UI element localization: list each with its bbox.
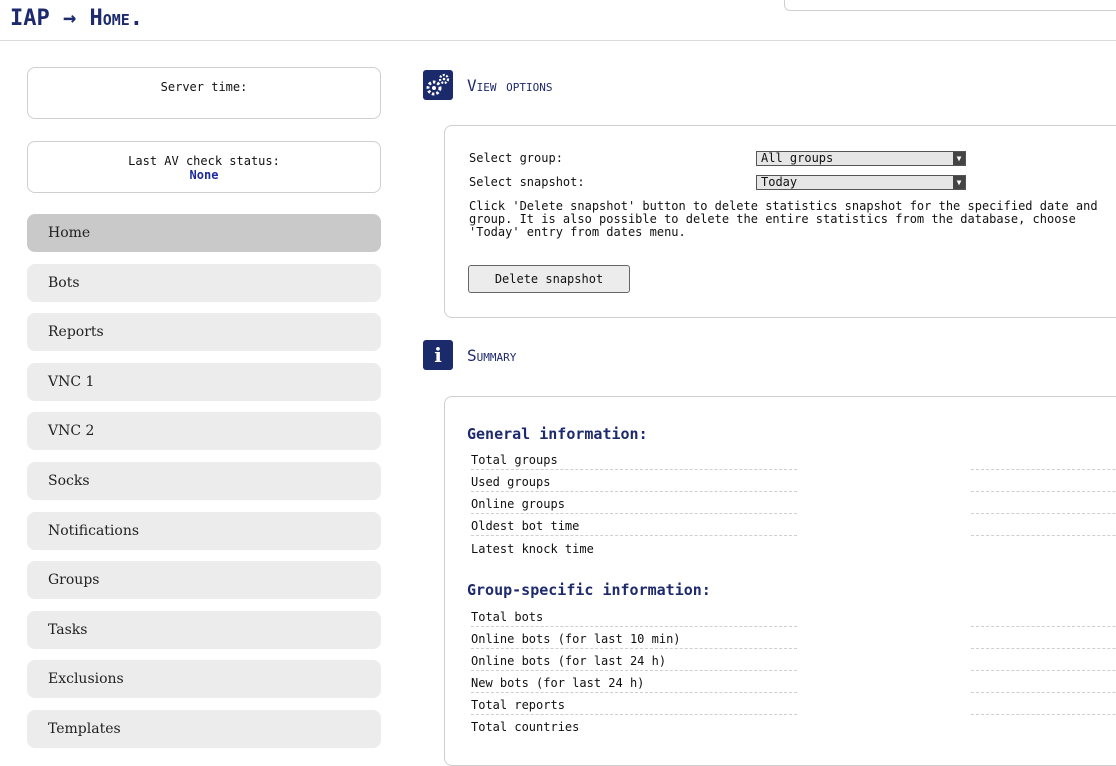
summary-row-label: Oldest bot time xyxy=(471,519,580,533)
server-time-box: Server time: xyxy=(27,67,381,119)
summary-row-label: Online groups xyxy=(471,497,565,511)
nav-item-bots[interactable]: Bots xyxy=(27,263,381,302)
nav-item-exclusions[interactable]: Exclusions xyxy=(27,660,381,699)
summary-row-label: Total countries xyxy=(471,720,580,734)
view-options-panel: Select group: All groups ▼ Select snapsh… xyxy=(444,125,1116,318)
summary-row: Total groups xyxy=(471,453,1116,471)
nav-item-vnc-1[interactable]: VNC 1 xyxy=(27,362,381,401)
general-info-heading: General information: xyxy=(467,425,648,443)
av-status-box: Last AV check status: None xyxy=(27,141,381,193)
group-select-label: Select group: xyxy=(469,151,563,165)
nav-item-templates[interactable]: Templates xyxy=(27,709,381,748)
summary-row: Latest knock time xyxy=(471,542,1116,560)
page-title: IAP → Home. xyxy=(10,6,144,31)
nav-item-home[interactable]: Home xyxy=(27,214,381,252)
summary-title: Summary xyxy=(467,345,517,365)
group-select[interactable]: All groups ▼ xyxy=(756,151,966,166)
chevron-down-icon: ▼ xyxy=(953,152,965,165)
summary-row-label: Latest knock time xyxy=(471,542,594,556)
delete-snapshot-button[interactable]: Delete snapshot xyxy=(468,265,630,293)
summary-row-label: Total reports xyxy=(471,698,565,712)
snapshot-select-value: Today xyxy=(761,175,798,189)
av-status-value: None xyxy=(189,168,219,182)
summary-row: Total bots xyxy=(471,610,1116,628)
group-info-heading: Group-specific information: xyxy=(467,581,711,599)
snapshot-select[interactable]: Today ▼ xyxy=(756,175,966,190)
summary-row: Online bots (for last 24 h) xyxy=(471,654,1116,672)
view-options-heading: View options xyxy=(423,70,553,100)
nav-item-notifications[interactable]: Notifications xyxy=(27,511,381,550)
delete-help-text: Click 'Delete snapshot' button to delete… xyxy=(469,199,1098,239)
nav-item-tasks[interactable]: Tasks xyxy=(27,610,381,649)
summary-row: Online groups xyxy=(471,497,1116,515)
summary-row: Used groups xyxy=(471,475,1116,493)
server-time-label: Server time: xyxy=(160,80,248,94)
summary-row-label: Used groups xyxy=(471,475,551,489)
nav-item-socks[interactable]: Socks xyxy=(27,461,381,500)
gears-icon xyxy=(423,70,453,100)
summary-row: Total countries xyxy=(471,720,1116,738)
summary-row-label: Online bots (for last 10 min) xyxy=(471,632,681,646)
header-search-area xyxy=(784,0,1116,11)
summary-row-label: Total groups xyxy=(471,453,558,467)
page-header: IAP → Home. xyxy=(0,0,1116,41)
summary-row-label: Total bots xyxy=(471,610,544,624)
view-options-title: View options xyxy=(467,75,553,95)
info-icon: i xyxy=(423,340,453,370)
chevron-down-icon: ▼ xyxy=(953,176,965,189)
sidebar-nav: Home Bots Reports VNC 1 VNC 2 Socks Noti… xyxy=(27,214,381,760)
summary-heading: i Summary xyxy=(423,340,516,370)
summary-panel: General information: Total groups Used g… xyxy=(444,396,1116,766)
summary-row: Oldest bot time xyxy=(471,519,1116,537)
summary-row-label: New bots (for last 24 h) xyxy=(471,676,645,690)
group-select-value: All groups xyxy=(761,151,834,165)
summary-row: Online bots (for last 10 min) xyxy=(471,632,1116,650)
summary-row: New bots (for last 24 h) xyxy=(471,676,1116,694)
snapshot-select-label: Select snapshot: xyxy=(469,175,585,189)
nav-item-groups[interactable]: Groups xyxy=(27,561,381,600)
av-status-label: Last AV check status: xyxy=(128,154,280,168)
summary-row-label: Online bots (for last 24 h) xyxy=(471,654,667,668)
summary-row: Total reports xyxy=(471,698,1116,716)
nav-item-vnc-2[interactable]: VNC 2 xyxy=(27,412,381,451)
nav-item-reports[interactable]: Reports xyxy=(27,313,381,352)
